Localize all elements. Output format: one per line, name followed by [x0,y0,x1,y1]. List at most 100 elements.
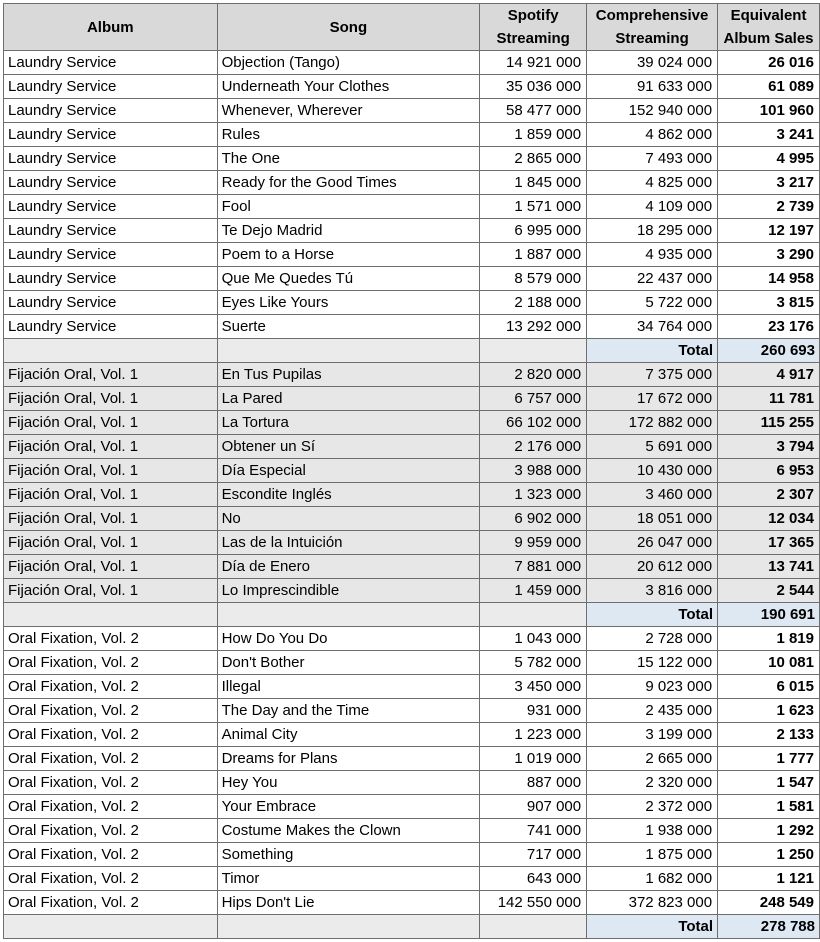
table-row: Fijación Oral, Vol. 1 En Tus Pupilas 2 820… [3,362,820,387]
album-cell: Fijación Oral, Vol. 1 [3,530,218,555]
table-row: Oral Fixation, Vol. 2 Your Embrace 907 000… [3,794,820,819]
song-cell: En Tus Pupilas [216,362,481,387]
album-cell: Oral Fixation, Vol. 2 [3,698,218,723]
table-row: Fijación Oral, Vol. 1 Obtener un Sí 2 176 … [3,434,820,459]
album-cell: Laundry Service [3,122,218,147]
comprehensive-streaming-cell: 5 722 000 [586,290,719,315]
comprehensive-streaming-cell: 2 435 000 [586,698,719,723]
comprehensive-streaming-cell: 2 320 000 [586,770,719,795]
total-label: Total [586,914,719,939]
comprehensive-streaming-cell: 152 940 000 [586,98,719,123]
comprehensive-streaming-cell: 2 372 000 [586,794,719,819]
table-row: Laundry Service Ready for the Good Times 1… [3,170,820,195]
song-cell: Underneath Your Clothes [216,74,481,99]
comprehensive-streaming-cell: 17 672 000 [586,386,719,411]
equivalent-album-sales-cell: 3 217 [717,170,820,195]
table-row: Oral Fixation, Vol. 2 Costume Makes the C… [3,818,820,843]
song-cell: Costume Makes the Clown [216,818,481,843]
table-row: Oral Fixation, Vol. 2 Dreams for Plans 1 0… [3,746,820,771]
song-cell: Don't Bother [216,650,481,675]
table-row: Laundry Service Rules 1 859 000 4 862 000 3 … [3,122,820,147]
total-empty-cell [216,602,481,627]
equivalent-album-sales-cell: 10 081 [717,650,820,675]
comprehensive-streaming-cell: 372 823 000 [586,890,719,915]
album-cell: Fijación Oral, Vol. 1 [3,554,218,579]
album-column-header: Album [3,3,218,51]
spotify-streaming-cell: 66 102 000 [479,410,588,435]
album-cell: Laundry Service [3,98,218,123]
album-cell: Oral Fixation, Vol. 2 [3,674,218,699]
album-cell: Laundry Service [3,290,218,315]
equivalent-album-sales-column-header: Equivalent Album Sales [717,3,820,51]
table-row: Oral Fixation, Vol. 2 How Do You Do 1 043 … [3,626,820,651]
comprehensive-streaming-cell: 1 938 000 [586,818,719,843]
song-cell: No [216,506,481,531]
spotify-streaming-cell: 3 988 000 [479,458,588,483]
song-cell: Your Embrace [216,794,481,819]
album-cell: Laundry Service [3,50,218,75]
comprehensive-streaming-cell: 172 882 000 [586,410,719,435]
spotify-streaming-cell: 1 323 000 [479,482,588,507]
total-empty-cell [479,602,588,627]
comprehensive-streaming-cell: 4 825 000 [586,170,719,195]
table-row: Fijación Oral, Vol. 1 Día de Enero 7 881 0… [3,554,820,579]
song-cell: Hips Don't Lie [216,890,481,915]
comprehensive-streaming-cell: 15 122 000 [586,650,719,675]
album-cell: Laundry Service [3,74,218,99]
total-empty-cell [216,338,481,363]
song-column-header: Song [216,3,481,51]
table-row: Fijación Oral, Vol. 1 La Pared 6 757 000 17… [3,386,820,411]
equivalent-album-sales-cell: 17 365 [717,530,820,555]
comprehensive-streaming-cell: 5 691 000 [586,434,719,459]
spotify-streaming-cell: 1 043 000 [479,626,588,651]
table-row: Oral Fixation, Vol. 2 Timor 643 000 1 682 0… [3,866,820,891]
album-cell: Laundry Service [3,242,218,267]
spotify-streaming-cell: 741 000 [479,818,588,843]
song-cell: Ready for the Good Times [216,170,481,195]
total-label: Total [586,602,719,627]
comprehensive-streaming-column-header: Comprehensive Streaming [586,3,719,51]
equivalent-album-sales-cell: 3 815 [717,290,820,315]
spotify-streaming-cell: 3 450 000 [479,674,588,699]
song-cell: Dreams for Plans [216,746,481,771]
album-cell: Fijación Oral, Vol. 1 [3,458,218,483]
album-cell: Fijación Oral, Vol. 1 [3,362,218,387]
song-cell: Rules [216,122,481,147]
equivalent-album-sales-cell: 101 960 [717,98,820,123]
equivalent-album-sales-cell: 3 794 [717,434,820,459]
total-empty-cell [479,914,588,939]
song-cell: Que Me Quedes Tú [216,266,481,291]
album-cell: Fijación Oral, Vol. 1 [3,506,218,531]
spotify-streaming-cell: 9 959 000 [479,530,588,555]
table-row: Oral Fixation, Vol. 2 Hips Don't Lie 142 5… [3,890,820,915]
total-empty-cell [216,914,481,939]
total-empty-cell [3,914,218,939]
album-cell: Fijación Oral, Vol. 1 [3,410,218,435]
comprehensive-streaming-cell: 1 875 000 [586,842,719,867]
spotify-streaming-cell: 7 881 000 [479,554,588,579]
table-row: Fijación Oral, Vol. 1 Las de la Intuición… [3,530,820,555]
total-value: 190 691 [717,602,820,627]
song-cell: Fool [216,194,481,219]
comprehensive-streaming-cell: 4 109 000 [586,194,719,219]
song-cell: La Tortura [216,410,481,435]
comprehensive-streaming-cell: 18 051 000 [586,506,719,531]
equivalent-album-sales-cell: 12 034 [717,506,820,531]
album-cell: Oral Fixation, Vol. 2 [3,746,218,771]
total-label: Total [586,338,719,363]
spotify-streaming-cell: 5 782 000 [479,650,588,675]
equivalent-album-sales-cell: 3 290 [717,242,820,267]
equivalent-album-sales-cell: 1 547 [717,770,820,795]
spotify-streaming-cell: 907 000 [479,794,588,819]
song-cell: Animal City [216,722,481,747]
album-cell: Oral Fixation, Vol. 2 [3,842,218,867]
comprehensive-streaming-cell: 34 764 000 [586,314,719,339]
equivalent-album-sales-cell: 13 741 [717,554,820,579]
spotify-streaming-cell: 142 550 000 [479,890,588,915]
comprehensive-streaming-cell: 2 728 000 [586,626,719,651]
song-cell: Poem to a Horse [216,242,481,267]
song-cell: Día Especial [216,458,481,483]
comprehensive-streaming-cell: 7 493 000 [586,146,719,171]
header-row: Album Song Spotify Streaming Comprehensi… [3,3,820,51]
comprehensive-streaming-cell: 3 199 000 [586,722,719,747]
